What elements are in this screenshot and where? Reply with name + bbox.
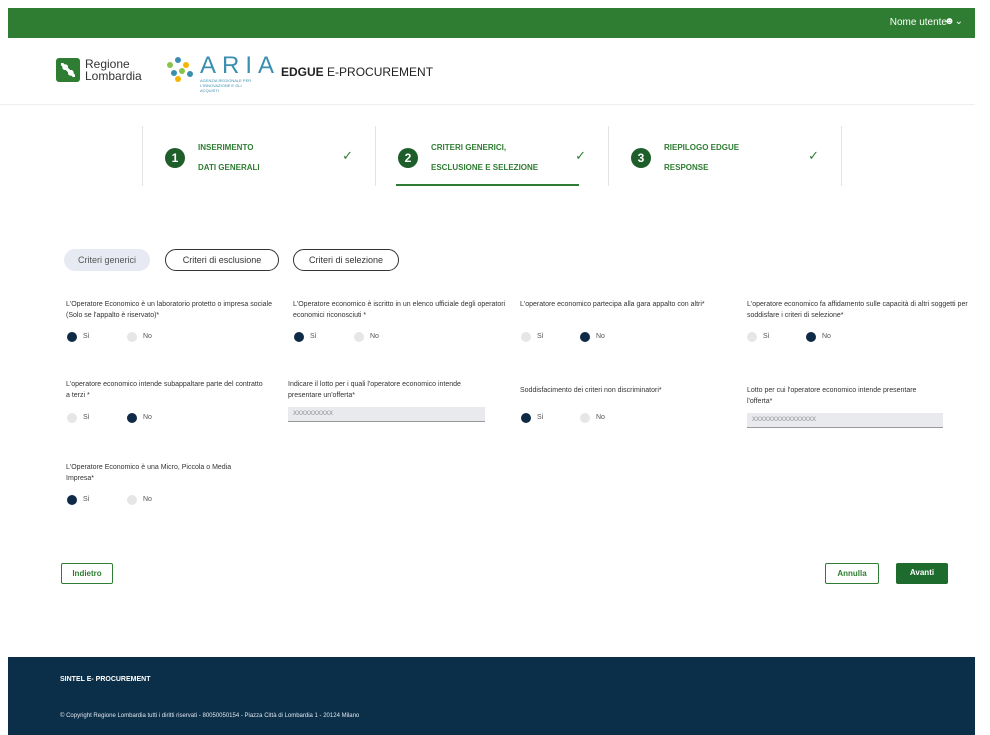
question-label: L'Operatore Economico è una Micro, Picco… [66, 464, 232, 482]
radio-q5-si[interactable] [67, 413, 77, 423]
aria-wordmark: ARIA [200, 52, 281, 79]
step-1[interactable]: 1 INSERIMENTO DATI GENERALI ✓ [142, 126, 375, 186]
step-number: 1 [165, 148, 185, 168]
check-icon: ✓ [342, 148, 353, 163]
radio-label: Sì [83, 414, 90, 421]
radio-q4-no[interactable] [806, 332, 816, 342]
radio-label: Sì [537, 333, 544, 340]
footer: SINTEL E- PROCUREMENT © Copyright Region… [8, 657, 975, 735]
tab-criteri-generici[interactable]: Criteri generici [64, 249, 150, 271]
question-label: L'Operatore economico è iscritto in un e… [293, 301, 506, 319]
question-label: Lotto per cui l'operatore economico inte… [747, 387, 917, 405]
check-icon: ✓ [808, 148, 819, 163]
step-2[interactable]: 2 CRITERI GENERICI, ESCLUSIONE E SELEZION… [375, 126, 608, 186]
radio-q3-si[interactable] [521, 332, 531, 342]
radio-q4-si[interactable] [747, 332, 757, 342]
radio-label: No [596, 414, 605, 421]
step-3[interactable]: 3 RIEPILOGO EDGUE RESPONSE ✓ [608, 126, 842, 186]
radio-label: Sì [763, 333, 770, 340]
radio-label: Sì [537, 414, 544, 421]
question-label: Soddisfacimento dei criteri non discrimi… [520, 387, 662, 394]
user-icon[interactable]: ☻⌄ [944, 16, 963, 27]
question-label: L'Operatore Economico è un laboratorio p… [66, 301, 273, 319]
question-label: L'operatore economico intende subappalta… [66, 381, 263, 399]
regione-lombardia-wordmark: Regione Lombardia [85, 57, 142, 83]
question-label: L'operatore economico fa affidamento sul… [747, 301, 968, 319]
radio-label: No [822, 333, 831, 340]
radio-q2-no[interactable] [354, 332, 364, 342]
radio-label: No [370, 333, 379, 340]
question-subappaltare: L'operatore economico intende subappalta… [66, 379, 266, 401]
cancel-button[interactable]: Annulla [825, 563, 879, 584]
regione-lombardia-logo [56, 58, 80, 82]
question-lotto-offerta: Indicare il lotto per i quali l'operator… [288, 379, 463, 401]
user-menu-label[interactable]: Nome utente [890, 17, 947, 28]
aria-subtitle: AGENZIA REGIONALE PER L'INNOVAZIONE E GL… [200, 78, 252, 93]
question-lotto-presentare: Lotto per cui l'operatore economico inte… [747, 385, 922, 407]
tab-criteri-selezione[interactable]: Criteri di selezione [293, 249, 399, 271]
footer-copyright: © Copyright Regione Lombardia tutti i di… [60, 713, 360, 719]
question-criteri-non-discriminatori: Soddisfacimento dei criteri non discrimi… [520, 385, 735, 396]
step-label: RIEPILOGO EDGUE RESPONSE [664, 143, 740, 172]
check-icon: ✓ [575, 148, 586, 163]
radio-q3-no[interactable] [580, 332, 590, 342]
footer-title: SINTEL E- PROCUREMENT [60, 676, 151, 683]
lotto-input[interactable]: XXXXXXXXXX [288, 407, 485, 422]
question-elenco-ufficiale: L'Operatore economico è iscritto in un e… [293, 299, 508, 321]
radio-q9-si[interactable] [67, 495, 77, 505]
question-micro-pmi: L'Operatore Economico è una Micro, Picco… [66, 462, 256, 484]
next-button[interactable]: Avanti [896, 563, 948, 584]
app-title: EDGUE E-PROCUREMENT [281, 65, 434, 79]
brand-header: Regione Lombardia ARIA AGENZIA REGIONALE… [0, 38, 975, 105]
radio-q7-no[interactable] [580, 413, 590, 423]
lotto-offerta-input[interactable]: XXXXXXXXXXXXXXXX [747, 413, 943, 428]
question-laboratorio-protetto: L'Operatore Economico è un laboratorio p… [66, 299, 281, 321]
aria-logo-icon [165, 54, 195, 84]
step-number: 2 [398, 148, 418, 168]
question-label: L'operatore economico partecipa alla gar… [520, 301, 705, 308]
tab-criteri-esclusione[interactable]: Criteri di esclusione [165, 249, 279, 271]
radio-label: Sì [83, 333, 90, 340]
radio-label: No [596, 333, 605, 340]
radio-q2-si[interactable] [294, 332, 304, 342]
radio-label: No [143, 496, 152, 503]
radio-label: Sì [83, 496, 90, 503]
question-affidamento-capacita: L'operatore economico fa affidamento sul… [747, 299, 972, 321]
step-label: INSERIMENTO DATI GENERALI [198, 143, 260, 172]
radio-q7-si[interactable] [521, 413, 531, 423]
radio-q1-si[interactable] [67, 332, 77, 342]
radio-label: No [143, 414, 152, 421]
question-label: Indicare il lotto per i quali l'operator… [288, 381, 461, 399]
radio-q9-no[interactable] [127, 495, 137, 505]
active-step-indicator [396, 184, 579, 186]
radio-label: Sì [310, 333, 317, 340]
question-partecipa-con-altri: L'operatore economico partecipa alla gar… [520, 299, 710, 310]
radio-q1-no[interactable] [127, 332, 137, 342]
wizard-stepper: 1 INSERIMENTO DATI GENERALI ✓ 2 CRITERI G… [142, 126, 842, 186]
radio-q5-no[interactable] [127, 413, 137, 423]
back-button[interactable]: Indietro [61, 563, 113, 584]
radio-label: No [143, 333, 152, 340]
step-label: CRITERI GENERICI, ESCLUSIONE E SELEZIONE [431, 143, 539, 172]
top-bar: Nome utente ☻⌄ [8, 8, 975, 38]
step-number: 3 [631, 148, 651, 168]
